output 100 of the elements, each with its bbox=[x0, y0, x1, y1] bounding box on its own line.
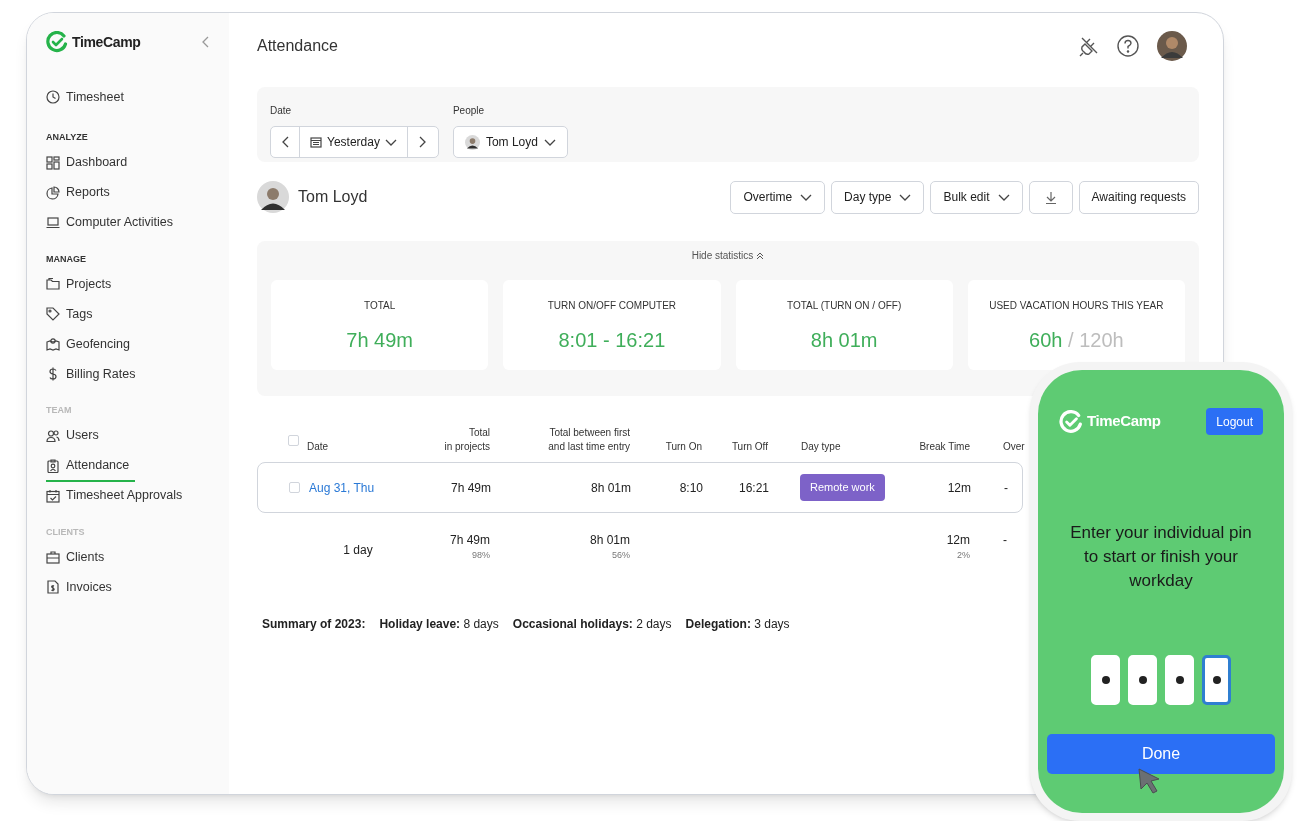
logo-icon bbox=[46, 31, 68, 53]
chevron-down-icon bbox=[384, 138, 397, 146]
chevron-down-icon bbox=[899, 193, 912, 201]
laptop-icon bbox=[46, 215, 60, 230]
collapse-icon[interactable] bbox=[202, 36, 210, 48]
summary-item: Holiday leave: 8 days bbox=[379, 616, 499, 633]
nav-item[interactable]: Computer Activities bbox=[46, 208, 179, 239]
table-cell-text: 16:21 bbox=[737, 479, 769, 497]
stat-label: USED VACATION HOURS THIS YEAR bbox=[989, 299, 1164, 313]
avatar-icon bbox=[464, 134, 480, 150]
column-header: Total between first and last time entry bbox=[547, 426, 630, 454]
nav-item[interactable]: Clients bbox=[46, 543, 111, 573]
stat-label: TOTAL bbox=[363, 299, 396, 313]
column-header: Day type bbox=[800, 440, 842, 454]
nav-item[interactable]: Geofencing bbox=[46, 330, 136, 360]
chevron-down-icon bbox=[997, 193, 1010, 201]
people-dropdown[interactable]: Tom Loyd bbox=[452, 126, 568, 158]
invoice-icon bbox=[46, 580, 60, 594]
pin-prompt: Enter your individual pin to start or finish your workday bbox=[1069, 522, 1253, 592]
stat-label: TOTAL (TURN ON / OFF) bbox=[787, 299, 902, 313]
avatar-icon bbox=[257, 181, 289, 213]
section-heading: TEAM bbox=[46, 404, 73, 417]
briefcase-icon bbox=[46, 550, 60, 564]
dropdown-button[interactable]: Overtime bbox=[730, 180, 826, 214]
summary-item: Occasional holidays: 2 days bbox=[512, 616, 672, 633]
column-header: Turn On bbox=[664, 440, 702, 454]
stat-value: 8h 01m bbox=[810, 328, 878, 353]
logout-button[interactable]: Logout bbox=[1206, 408, 1263, 435]
chevron-down-icon bbox=[800, 193, 813, 201]
tag-icon bbox=[46, 307, 60, 321]
dropdown-button[interactable]: Day type bbox=[831, 180, 925, 214]
plug-icon[interactable] bbox=[1079, 35, 1099, 57]
nav-item[interactable]: Users bbox=[46, 421, 105, 452]
nav-item[interactable]: Timesheet bbox=[46, 83, 130, 113]
total-cell-text: 8h 01m 56% bbox=[588, 532, 630, 563]
filter-label: People bbox=[452, 105, 485, 116]
nav-item[interactable]: Projects bbox=[46, 270, 118, 300]
nav-item[interactable]: Timesheet Approvals bbox=[46, 481, 189, 512]
page-title: Attendance bbox=[257, 36, 338, 56]
logo-text: TimeCamp bbox=[1087, 411, 1161, 432]
column-header: Date bbox=[306, 440, 330, 454]
table-cell-text: 8:10 bbox=[678, 479, 703, 497]
chevron-left-icon bbox=[281, 136, 289, 148]
column-header: Turn Off bbox=[730, 440, 768, 454]
dashboard-icon bbox=[46, 155, 60, 170]
nav-item[interactable]: Tags bbox=[46, 300, 99, 330]
done-button[interactable]: Done bbox=[1047, 734, 1275, 774]
nav-item[interactable]: Billing Rates bbox=[46, 360, 142, 390]
summary-item: Delegation: 3 days bbox=[685, 616, 790, 633]
summary-title: Summary of 2023: bbox=[262, 616, 366, 633]
folder-icon bbox=[46, 277, 60, 291]
chevron-right-icon bbox=[419, 136, 427, 148]
checkbox[interactable] bbox=[288, 434, 299, 446]
total-cell-text: 12m 2% bbox=[945, 532, 970, 563]
section-heading: MANAGE bbox=[46, 252, 87, 266]
stat-value: 8:01 - 16:21 bbox=[558, 328, 666, 353]
column-header: Over bbox=[1002, 440, 1025, 454]
column-header: Break Time bbox=[918, 440, 970, 454]
nav-item[interactable]: Dashboard bbox=[46, 148, 134, 179]
date-dropdown[interactable]: Yesterday bbox=[300, 127, 408, 157]
awaiting-requests-button[interactable]: Awaiting requests bbox=[1078, 180, 1199, 214]
chevron-down-icon bbox=[543, 138, 556, 146]
date-link[interactable]: Aug 31, Thu bbox=[307, 478, 425, 497]
day-type-badge[interactable]: Remote work bbox=[800, 474, 885, 501]
table-cell-text: 7h 49m bbox=[449, 479, 491, 497]
download-icon bbox=[1044, 190, 1057, 204]
nav-item[interactable]: Reports bbox=[46, 178, 116, 209]
checkbox[interactable] bbox=[289, 482, 300, 493]
dollar-icon bbox=[46, 367, 60, 381]
badge-icon bbox=[46, 458, 60, 473]
dropdown-button[interactable]: Bulk edit bbox=[930, 180, 1023, 214]
pin-field[interactable] bbox=[1202, 655, 1231, 705]
total-cell: - bbox=[1003, 533, 1007, 547]
hide-statistics-button[interactable]: Hide statistics bbox=[691, 248, 765, 263]
map-pin-icon bbox=[46, 337, 60, 351]
stat-value: 7h 49m bbox=[346, 328, 413, 353]
clock-icon bbox=[46, 90, 60, 104]
column-header: Total in projects bbox=[443, 426, 490, 454]
nav-item[interactable]: Attendance bbox=[46, 451, 136, 482]
person-name: Tom Loyd bbox=[298, 187, 368, 207]
table-cell-text: 12m bbox=[946, 479, 971, 497]
stat-label: TURN ON/OFF COMPUTER bbox=[547, 299, 677, 313]
avatar-icon[interactable] bbox=[1157, 31, 1187, 61]
total-days: 1 day bbox=[306, 535, 424, 559]
help-icon[interactable] bbox=[1117, 35, 1139, 57]
logo-icon bbox=[1059, 409, 1083, 434]
pie-chart-icon bbox=[46, 185, 60, 200]
section-heading: ANALYZE bbox=[46, 131, 89, 144]
table-cell-text: 8h 01m bbox=[589, 479, 631, 497]
stat-value: 60h / 120h bbox=[1029, 328, 1124, 353]
total-cell-text: 7h 49m 98% bbox=[448, 532, 490, 563]
table-row[interactable]: Aug 31, Thu 7h 49m 8h 01m 8:10 16:21 Remote work 12m - bbox=[257, 462, 1023, 513]
calendar-check-icon bbox=[46, 488, 60, 503]
nav-item[interactable]: Invoices bbox=[46, 573, 118, 603]
table-cell-text: - bbox=[1003, 479, 1009, 497]
users-icon bbox=[46, 428, 60, 443]
logo-text: TimeCamp bbox=[72, 32, 141, 52]
calendar-icon bbox=[310, 136, 322, 148]
filter-label: Date bbox=[270, 105, 292, 116]
chevron-up-icon bbox=[756, 251, 765, 260]
